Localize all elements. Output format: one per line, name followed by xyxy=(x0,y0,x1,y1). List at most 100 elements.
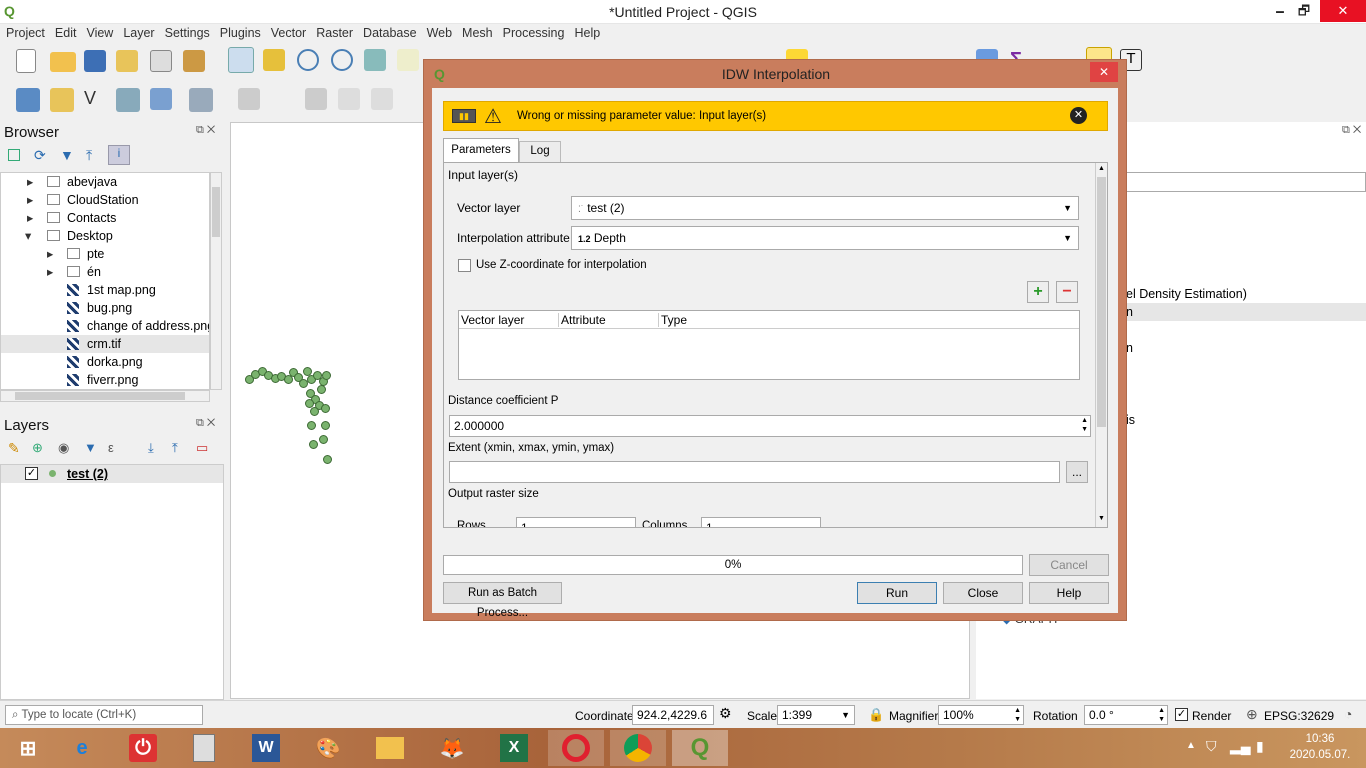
magnifier-field[interactable]: 100% ▲ ▼ xyxy=(938,705,1024,725)
messages-icon[interactable]: ◔ xyxy=(1344,706,1352,722)
vertex-tool-icon[interactable] xyxy=(371,88,393,110)
menu-edit[interactable]: Edit xyxy=(50,24,82,42)
collapse-all-icon[interactable]: ⤒ xyxy=(86,147,92,164)
lock-scale-icon[interactable]: 🔒 xyxy=(868,707,884,723)
add-feature-icon[interactable] xyxy=(338,88,360,110)
tab-parameters[interactable]: Parameters xyxy=(443,138,519,162)
filter-icon[interactable]: ▼ xyxy=(60,147,74,163)
spinbox-arrows-icon[interactable]: ▲ ▼ xyxy=(1014,706,1021,724)
menu-raster[interactable]: Raster xyxy=(311,24,358,42)
menu-database[interactable]: Database xyxy=(358,24,422,42)
run-button[interactable]: Run xyxy=(857,582,937,604)
render-checkbox[interactable]: ✓ xyxy=(1175,708,1188,721)
power-app-icon[interactable]: ⏻ xyxy=(115,730,171,766)
menu-layer[interactable]: Layer xyxy=(118,24,159,42)
tree-item[interactable]: ▸ én xyxy=(1,263,209,281)
cancel-button[interactable]: Cancel xyxy=(1029,554,1109,576)
interpolation-attribute-select[interactable]: 1.2 Depth ▼ xyxy=(571,226,1079,250)
parameters-scrollbar[interactable]: ▲ ▼ xyxy=(1095,163,1107,527)
tree-item[interactable]: bug.png xyxy=(1,299,209,317)
panel-float-icon[interactable]: ⧉ ✕ xyxy=(196,124,215,137)
extent-input[interactable] xyxy=(449,461,1060,483)
zoom-full-icon[interactable] xyxy=(364,49,386,71)
clock-time[interactable]: 10:36 xyxy=(1290,733,1350,745)
close-window-button[interactable]: ✕ xyxy=(1320,0,1366,22)
tree-item[interactable]: fiverr.png xyxy=(1,371,209,389)
antivirus-icon[interactable]: ⛉ xyxy=(1206,738,1217,755)
toolbox-search-input[interactable] xyxy=(1116,172,1366,192)
data-source-manager-icon[interactable] xyxy=(16,88,40,112)
collapse-all-icon[interactable]: ⤒ xyxy=(172,440,178,456)
add-layer-button[interactable]: + xyxy=(1027,281,1049,303)
edit-pencil-icon[interactable] xyxy=(238,88,260,110)
tree-item[interactable]: ▸ CloudStation xyxy=(1,191,209,209)
menu-view[interactable]: View xyxy=(81,24,118,42)
crs-label[interactable]: EPSG:32629 xyxy=(1264,709,1334,723)
vector-layer-select[interactable]: ⁚˙ test (2) ▼ xyxy=(571,196,1079,220)
battery-icon[interactable]: ▮ xyxy=(1256,738,1264,755)
scroll-up-icon[interactable]: ▲ xyxy=(1098,165,1105,172)
remove-layer-button[interactable]: − xyxy=(1056,281,1078,303)
tree-item[interactable]: ▸ Contacts xyxy=(1,209,209,227)
print-layout-icon[interactable] xyxy=(150,50,172,72)
menu-processing[interactable]: Processing xyxy=(498,24,570,42)
scroll-down-icon[interactable]: ▼ xyxy=(1098,515,1105,522)
excel-icon[interactable]: X xyxy=(486,730,542,766)
help-button[interactable]: Help xyxy=(1029,582,1109,604)
dismiss-warning-icon[interactable]: ✕ xyxy=(1070,107,1087,124)
panel-float-icon[interactable]: ⧉ ✕ xyxy=(196,417,215,430)
qgis-taskbar-icon[interactable]: Q xyxy=(672,730,728,766)
file-explorer-icon[interactable] xyxy=(362,730,418,766)
scale-select[interactable]: 1:399 ▼ xyxy=(777,705,855,725)
locator-input[interactable]: ⌕ Type to locate (Ctrl+K) xyxy=(5,705,203,725)
zoom-layer-icon[interactable] xyxy=(397,49,419,71)
open-project-icon[interactable] xyxy=(50,52,76,72)
add-group-icon[interactable]: ⊕ xyxy=(32,440,43,456)
zoom-in-icon[interactable] xyxy=(297,49,319,71)
expression-filter-icon[interactable]: ε xyxy=(108,440,114,455)
tree-item[interactable]: ▾ Desktop xyxy=(1,227,209,245)
windows-start-icon[interactable]: ⊞ xyxy=(0,730,56,766)
menu-help[interactable]: Help xyxy=(569,24,605,42)
opera-icon[interactable] xyxy=(548,730,604,766)
new-project-icon[interactable] xyxy=(16,49,36,73)
pan-to-selection-icon[interactable] xyxy=(263,49,285,71)
save-project-icon[interactable] xyxy=(84,50,106,72)
menu-web[interactable]: Web xyxy=(422,24,457,42)
panel-float-icon[interactable]: ⧉ ✕ xyxy=(1342,124,1361,137)
save-as-icon[interactable] xyxy=(116,50,138,72)
spinbox-arrows-icon[interactable]: ▲ ▼ xyxy=(1081,416,1088,434)
close-button[interactable]: Close xyxy=(943,582,1023,604)
style-manager-icon[interactable] xyxy=(183,50,205,72)
columns-input[interactable]: 1 xyxy=(701,517,821,527)
menu-mesh[interactable]: Mesh xyxy=(457,24,498,42)
rotation-field[interactable]: 0.0 ° ▲ ▼ xyxy=(1084,705,1168,725)
layer-row[interactable]: ✓ test (2) xyxy=(1,465,223,483)
info-icon[interactable]: i xyxy=(108,145,130,165)
calculator-icon[interactable] xyxy=(176,730,232,766)
style-icon[interactable]: ✎ xyxy=(8,440,20,457)
menu-vector[interactable]: Vector xyxy=(266,24,311,42)
spinbox-arrows-icon[interactable]: ▲ ▼ xyxy=(1158,706,1165,724)
column-header[interactable]: Attribute xyxy=(561,313,659,327)
chrome-icon[interactable] xyxy=(610,730,666,766)
new-shapefile-icon[interactable]: V xyxy=(84,88,110,114)
visibility-icon[interactable]: ◉ xyxy=(58,440,69,456)
digitize-icon[interactable] xyxy=(116,88,140,112)
filter-legend-icon[interactable]: ▼ xyxy=(84,440,97,455)
new-geopackage-icon[interactable] xyxy=(50,88,74,112)
extent-options-button[interactable]: ... xyxy=(1066,461,1088,483)
paint-icon[interactable]: 🎨 xyxy=(300,730,356,766)
browser-hscrollbar[interactable] xyxy=(0,390,210,402)
clock-date[interactable]: 2020.05.07. xyxy=(1284,749,1356,761)
batch-process-button[interactable]: Run as Batch Process... xyxy=(443,582,562,619)
column-header[interactable]: Type xyxy=(661,313,687,327)
tree-item[interactable]: ▸ abevjava xyxy=(1,173,209,191)
toggle-extents-icon[interactable]: ⚙ xyxy=(719,705,732,722)
column-header[interactable]: Vector layer xyxy=(461,313,559,327)
add-selected-icon[interactable] xyxy=(8,149,20,161)
dialog-close-icon[interactable]: ✕ xyxy=(1090,62,1118,82)
tree-item[interactable]: 1st map.png xyxy=(1,281,209,299)
zoom-out-icon[interactable] xyxy=(331,49,353,71)
menu-settings[interactable]: Settings xyxy=(160,24,215,42)
